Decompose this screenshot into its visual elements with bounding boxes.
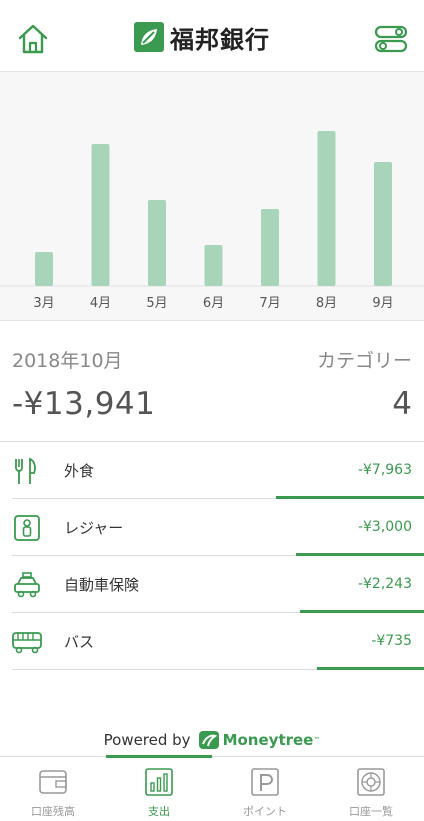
spending-summary: 2018年10月 カテゴリー -¥13,941 4	[0, 321, 424, 441]
bank-name: 福邦銀行	[170, 25, 270, 54]
accounts-icon	[357, 768, 385, 796]
category-share-bar	[317, 667, 424, 670]
tab-spending[interactable]: 支出	[106, 755, 212, 821]
chart-bar[interactable]	[374, 162, 392, 286]
chart-bar[interactable]	[261, 209, 279, 286]
toggle-settings-icon	[374, 25, 408, 53]
category-name: バス	[64, 633, 95, 651]
bottom-tab-bar: 口座残高 支出 ポイント 口座一覧	[0, 755, 424, 821]
category-amount: -¥3,000	[357, 519, 412, 535]
category-amount: -¥2,243	[357, 576, 412, 592]
total-spending: -¥13,941	[12, 386, 156, 422]
chart-bar[interactable]	[35, 252, 53, 286]
app-header: 福邦銀行	[0, 0, 424, 72]
car-icon	[14, 572, 40, 598]
chart-bar[interactable]	[91, 144, 110, 286]
bank-logo-mark-icon	[134, 22, 164, 52]
chart-tick-label: 4月	[90, 296, 111, 311]
powered-by-label: Powered by	[103, 731, 191, 749]
chart-bar[interactable]	[317, 131, 336, 286]
chart-tick-label: 9月	[372, 296, 393, 311]
chart-tick-label: 8月	[316, 296, 337, 311]
category-row-dining[interactable]: 外食 -¥7,963	[12, 442, 424, 499]
tab-label: 支出	[148, 805, 170, 818]
moneytree-logo-icon	[198, 731, 219, 749]
category-name: 自動車保険	[64, 576, 140, 594]
powered-by: Powered by Moneytree ™	[0, 724, 424, 756]
tab-points[interactable]: ポイント	[212, 757, 318, 821]
chart-tick-label: 5月	[146, 296, 167, 311]
bar-chart-icon	[145, 768, 173, 796]
category-row-leisure[interactable]: レジャー -¥3,000	[12, 499, 424, 556]
tab-label: 口座残高	[31, 805, 75, 818]
points-icon	[251, 768, 279, 796]
tab-balance[interactable]: 口座残高	[0, 757, 106, 821]
home-button[interactable]	[16, 22, 50, 56]
active-tab-indicator	[106, 755, 212, 758]
category-name: レジャー	[64, 519, 124, 537]
tab-label: 口座一覧	[349, 805, 393, 818]
moneytree-brand: Moneytree	[222, 731, 314, 749]
category-row-car-insurance[interactable]: 自動車保険 -¥2,243	[12, 556, 424, 613]
category-amount: -¥7,963	[357, 462, 412, 478]
home-icon	[18, 24, 48, 54]
category-name: 外食	[64, 462, 95, 480]
trademark: ™	[313, 736, 321, 744]
category-row-bus[interactable]: バス -¥735	[12, 613, 424, 670]
category-header-label: カテゴリー	[316, 350, 412, 372]
chart-svg: 3月 4月 5月 6月 7月 8月 9月	[0, 131, 424, 311]
chart-tick-label: 6月	[203, 296, 224, 311]
chart-bar[interactable]	[204, 245, 223, 286]
settings-toggle-button[interactable]	[374, 22, 408, 56]
category-amount: -¥735	[371, 633, 412, 649]
bus-icon	[12, 632, 42, 654]
person-icon	[14, 515, 40, 541]
chart-tick-label: 3月	[33, 296, 54, 311]
tab-accounts[interactable]: 口座一覧	[318, 757, 424, 821]
category-count: 4	[392, 386, 412, 422]
moneytree-logo[interactable]: Moneytree ™	[198, 731, 321, 749]
period-label[interactable]: 2018年10月	[12, 346, 123, 373]
monthly-spending-chart[interactable]: 3月 4月 5月 6月 7月 8月 9月	[0, 72, 424, 321]
tab-label: ポイント	[243, 805, 287, 818]
bank-logo: 福邦銀行	[134, 20, 270, 54]
utensils-icon	[15, 457, 36, 484]
chart-tick-label: 7月	[259, 296, 280, 311]
wallet-icon	[39, 770, 67, 794]
category-list: 外食 -¥7,963 レジャー -¥3,000 自動車保険 -¥2,243 バス…	[0, 442, 424, 670]
chart-bar[interactable]	[148, 200, 166, 286]
